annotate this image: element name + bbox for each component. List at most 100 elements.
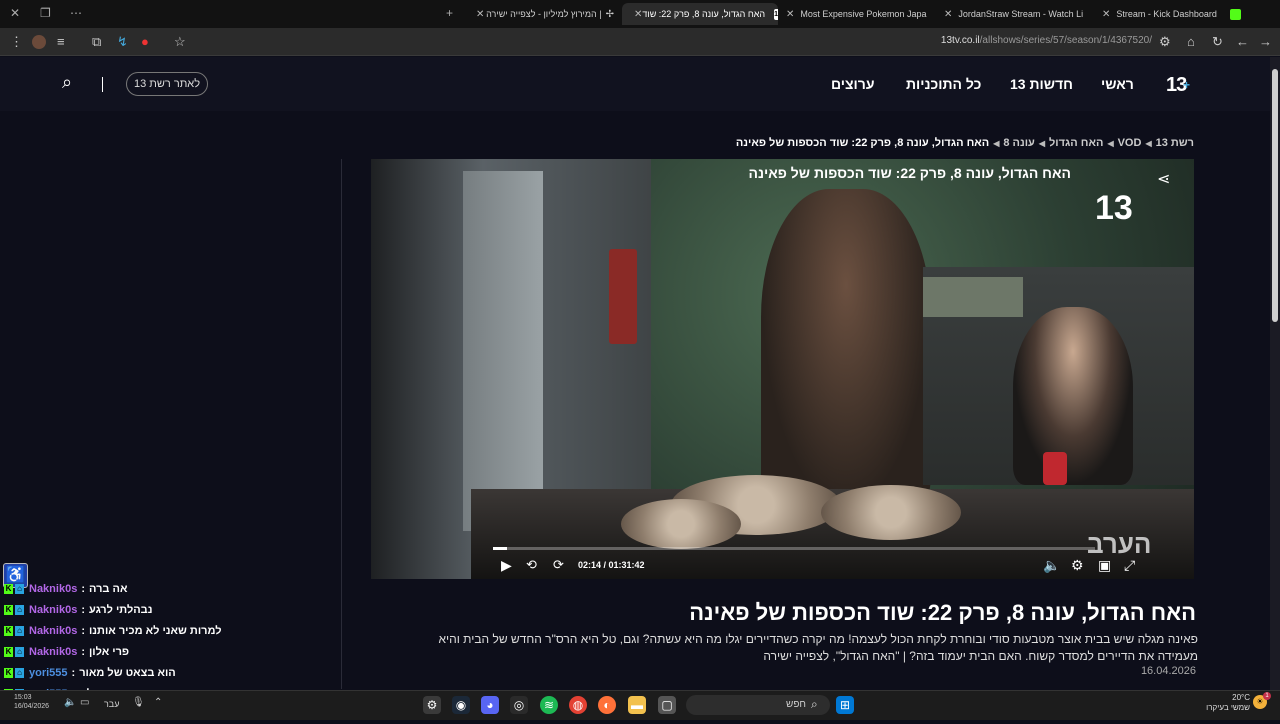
settings-gear-icon[interactable]: ⚙ xyxy=(423,696,441,714)
page-scrollbar[interactable] xyxy=(1270,57,1280,690)
volume-icon[interactable]: 🔈 xyxy=(1043,557,1060,574)
microphone-icon[interactable]: 🎙 xyxy=(132,697,145,708)
close-tab-icon[interactable]: ✕ xyxy=(1102,9,1110,20)
kick-badge-icon: K xyxy=(4,626,13,636)
language-indicator[interactable]: עבר xyxy=(104,699,119,709)
restore-window-icon[interactable]: ❐ xyxy=(40,6,51,20)
menu-icon[interactable]: ⋮ xyxy=(10,34,23,50)
tab-label: המירוץ למיליון - לצפייה ישירה | xyxy=(486,9,602,19)
reading-list-icon[interactable]: ≡ xyxy=(57,34,65,49)
video-progress-bar[interactable] xyxy=(493,547,1095,550)
url-domain: 13tv.co.il xyxy=(940,35,980,46)
profile-avatar[interactable] xyxy=(32,35,46,49)
chat-username[interactable]: Naknik0s xyxy=(29,625,77,637)
bookmark-star-icon[interactable]: ☆ xyxy=(174,34,186,50)
video-player[interactable]: האח הגדול, עונה 8, פרק 22: שוד הכספות של… xyxy=(371,159,1194,579)
chat-message: K ⌂ Naknik0s: פרי אלון xyxy=(4,643,129,661)
to-site-button[interactable]: לאתר רשת 13 xyxy=(126,72,208,96)
picture-in-picture-icon[interactable]: ▣ xyxy=(1098,557,1111,574)
tab-favicon-icon: 13 xyxy=(774,8,778,20)
rewind-10-icon[interactable]: ⟲ xyxy=(526,557,537,573)
kick-badge-icon: K xyxy=(4,647,13,657)
close-tab-icon[interactable]: ✕ xyxy=(786,9,794,20)
extension-icon[interactable]: ↯ xyxy=(117,34,128,50)
tab-jordanstraw-stream[interactable]: ✕ JordanStraw Stream - Watch Li xyxy=(938,3,1094,25)
weather-widget[interactable]: 20°C שמשי בעיקרו xyxy=(1198,693,1250,713)
breadcrumb-item[interactable]: VOD xyxy=(1118,137,1142,149)
chat-username[interactable]: yori555 xyxy=(29,667,68,679)
kick-badge-icon: K xyxy=(4,668,13,678)
breadcrumb-separator-icon: ◀ xyxy=(993,139,1000,148)
breadcrumb-item[interactable]: עונה 8 xyxy=(1003,137,1034,149)
chat-separator: : xyxy=(71,667,76,679)
breadcrumb: רשת 13◀VOD◀האח הגדול◀עונה 8◀האח הגדול, ע… xyxy=(736,137,1194,149)
close-tab-icon[interactable]: ✕ xyxy=(634,9,642,20)
video-time-display: 02:14 / 01:31:42 xyxy=(578,560,645,570)
obs-icon[interactable]: ◎ xyxy=(510,696,528,714)
nav-all-shows[interactable]: כל התוכניות xyxy=(906,76,981,92)
nav-home[interactable]: ראשי xyxy=(1101,76,1134,92)
windows-start-icon[interactable]: ⊞ xyxy=(836,696,854,714)
extension-icon[interactable]: ● xyxy=(141,34,149,49)
tab-big-brother[interactable]: ✕ האח הגדול, עונה 8, פרק 22: שוד 13 xyxy=(622,3,778,25)
tab-label: האח הגדול, עונה 8, פרק 22: שוד xyxy=(642,9,766,19)
platform-badge-icon: ⌂ xyxy=(15,605,24,615)
close-window-icon[interactable]: ✕ xyxy=(10,6,20,20)
spotify-icon[interactable]: ≋ xyxy=(540,696,558,714)
share-icon[interactable]: ⋖ xyxy=(1157,169,1170,189)
more-window-icon[interactable]: ⋯ xyxy=(70,6,82,20)
search-icon: ⌕ xyxy=(811,697,818,711)
file-explorer-icon[interactable]: ▬ xyxy=(628,696,646,714)
tab-label: Stream - Kick Dashboard xyxy=(1116,9,1217,19)
nav-news[interactable]: חדשות 13 xyxy=(1010,76,1073,92)
chat-text: פרי אלון xyxy=(88,646,130,658)
chat-message: K ⌂ Naknik0s: נבהלתי לרגע xyxy=(4,601,152,619)
scrollbar-thumb[interactable] xyxy=(1272,69,1278,322)
close-tab-icon[interactable]: ✕ xyxy=(476,9,484,20)
tab-kick-dashboard[interactable]: ✕ Stream - Kick Dashboard xyxy=(1096,3,1252,25)
webcam-streamer xyxy=(1013,307,1133,485)
platform-badge-icon: ⌂ xyxy=(15,647,24,657)
chrome-icon[interactable]: ◍ xyxy=(569,696,587,714)
breadcrumb-item[interactable]: האח הגדול xyxy=(1049,137,1103,149)
reload-icon[interactable]: ↻ xyxy=(1212,34,1223,50)
chat-text: נבהלתי לרגע xyxy=(88,604,153,616)
site-settings-icon[interactable]: ⚙ xyxy=(1159,34,1171,50)
breadcrumb-separator-icon: ◀ xyxy=(1038,139,1046,148)
fullscreen-icon[interactable]: ⤢ xyxy=(1124,557,1135,574)
nav-channels[interactable]: ערוצים xyxy=(831,76,875,92)
taskbar-search-input[interactable]: חפש xyxy=(686,695,830,715)
breadcrumb-current: האח הגדול, עונה 8, פרק 22: שוד הכספות של… xyxy=(735,137,990,149)
url-path: /allshows/series/57/season/1/4367520/ xyxy=(979,35,1152,46)
new-tab-button[interactable]: + xyxy=(446,6,453,20)
steam-icon[interactable]: ◉ xyxy=(452,696,470,714)
taskview-icon[interactable]: ▢ xyxy=(658,696,676,714)
play-icon[interactable]: ▶ xyxy=(501,557,512,574)
chat-username[interactable]: Naknik0s xyxy=(29,646,77,658)
chat-username[interactable]: Naknik0s xyxy=(29,583,77,595)
speaker-icon[interactable]: 🔈 xyxy=(64,697,76,708)
address-bar[interactable]: 13tv.co.il/allshows/series/57/season/1/4… xyxy=(920,35,1152,46)
video-frame-coin xyxy=(821,485,961,540)
chat-username[interactable]: Naknik0s xyxy=(29,604,77,616)
breadcrumb-item[interactable]: רשת 13 xyxy=(1156,137,1194,149)
clock[interactable]: 15:03 16/04/2026 xyxy=(14,693,49,711)
tab-race-to-million[interactable]: ✕ המירוץ למיליון - לצפייה ישירה | ✢ xyxy=(464,3,620,25)
home-icon[interactable]: ⌂ xyxy=(1187,34,1195,49)
webcam-microphone xyxy=(1043,452,1067,485)
back-icon[interactable]: ← xyxy=(1236,34,1249,49)
browser-tab-strip: ✕ ❐ ⋯ + ✕ המירוץ למיליון - לצפייה ישירה … xyxy=(0,0,1280,28)
search-icon[interactable]: ⌕ xyxy=(62,72,72,93)
tray-chevron-icon[interactable]: ⌃ xyxy=(154,697,162,708)
forward-icon[interactable]: → xyxy=(1259,34,1272,49)
video-progress-fill xyxy=(493,547,508,550)
firefox-icon[interactable]: ◐ xyxy=(598,696,616,714)
forward-10-icon[interactable]: ⟳ xyxy=(553,557,564,573)
video-frame-coin xyxy=(621,499,741,549)
settings-gear-icon[interactable]: ⚙ xyxy=(1071,557,1084,574)
network-icon[interactable]: ▭ xyxy=(80,697,89,708)
discord-icon[interactable]: ◕ xyxy=(481,696,499,714)
extensions-icon[interactable]: ⧉ xyxy=(92,34,101,50)
tab-pokemon-video[interactable]: ✕ Most Expensive Pokemon Japa xyxy=(780,3,936,25)
close-tab-icon[interactable]: ✕ xyxy=(944,9,952,20)
